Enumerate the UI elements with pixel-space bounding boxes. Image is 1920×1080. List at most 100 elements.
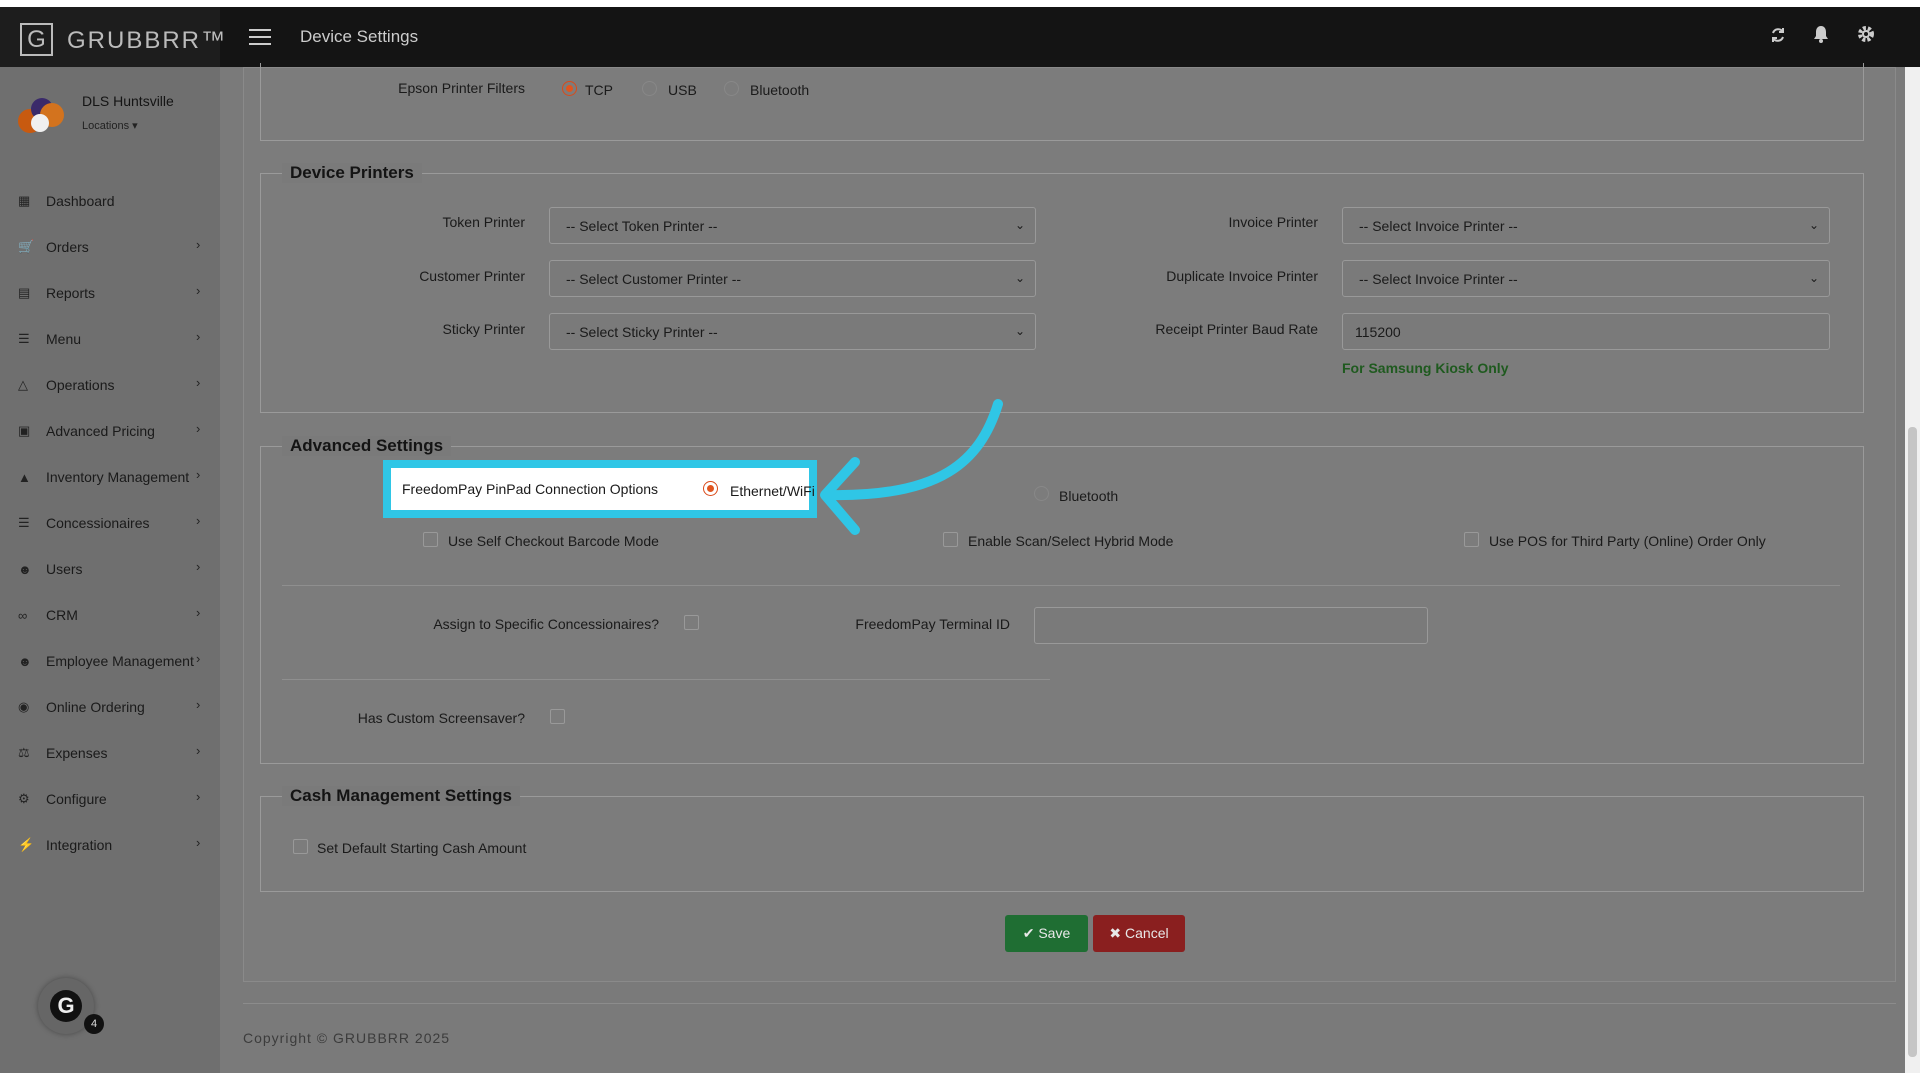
list-icon: ☰ <box>18 515 30 530</box>
sidebar-item-menu[interactable]: ☰ Menu › <box>0 316 220 362</box>
epson-radio-bluetooth[interactable] <box>724 81 739 96</box>
pinpad-option-bluetooth: Bluetooth <box>1059 488 1119 504</box>
avatar[interactable] <box>16 95 66 137</box>
chevron-right-icon: › <box>196 237 201 252</box>
app-root: G GRUBBRR™ Device Settings DLS Huntsvill… <box>0 0 1920 1080</box>
grammarly-icon: G <box>50 990 82 1022</box>
chevron-right-icon: › <box>196 375 201 390</box>
terminal-id-label: FreedomPay Terminal ID <box>855 616 1010 632</box>
sidebar-item-label: Inventory Management <box>46 469 190 485</box>
scrollbar[interactable] <box>1905 67 1920 1073</box>
pinpad-option-ethernet: Ethernet/WiFi <box>730 483 815 499</box>
custom-screensaver-label: Has Custom Screensaver? <box>357 710 525 726</box>
sidebar-item-crm[interactable]: ∞ CRM › <box>0 592 220 638</box>
link-icon: ∞ <box>18 607 28 623</box>
pinpad-radio-bluetooth[interactable] <box>1034 486 1049 501</box>
pinpad-radio-ethernet[interactable] <box>703 481 718 496</box>
chevron-down-icon: ⌄ <box>1014 271 1025 285</box>
sidebar-item-label: Dashboard <box>46 193 115 209</box>
epson-radio-usb[interactable] <box>642 81 657 96</box>
duplicate-invoice-printer-select[interactable]: -- Select Invoice Printer -- ⌄ <box>1342 260 1830 297</box>
logo-text: GRUBBRR™ <box>67 27 228 54</box>
advanced-settings-legend: Advanced Settings <box>282 436 452 456</box>
hamburger-menu-icon[interactable] <box>249 29 271 45</box>
divider <box>282 679 1050 680</box>
locations-dropdown[interactable]: Locations ▾ <box>82 119 138 132</box>
sidebar-item-label: Orders <box>46 239 89 255</box>
refresh-icon[interactable] <box>1766 25 1790 49</box>
token-printer-value: -- Select Token Printer -- <box>566 218 718 234</box>
epson-filters-label: Epson Printer Filters <box>398 80 525 96</box>
default-cash-checkbox[interactable] <box>293 839 308 854</box>
device-printers-legend: Device Printers <box>282 163 422 183</box>
chevron-right-icon: › <box>196 835 201 850</box>
sidebar-item-label: Reports <box>46 285 96 301</box>
baud-rate-input[interactable]: 115200 <box>1342 313 1830 350</box>
money-icon: ▣ <box>18 423 31 438</box>
cancel-label: Cancel <box>1125 925 1169 941</box>
assign-concessionaires-label: Assign to Specific Concessionaires? <box>433 616 659 632</box>
page-title: Device Settings <box>300 27 419 46</box>
invoice-printer-label: Invoice Printer <box>1228 214 1318 230</box>
scrollbar-thumb[interactable] <box>1908 427 1917 1057</box>
save-label: Save <box>1038 925 1071 941</box>
chevron-right-icon: › <box>196 651 201 666</box>
sidebar-item-advanced-pricing[interactable]: ▣ Advanced Pricing › <box>0 408 220 454</box>
cart-icon: 🛒 <box>18 239 35 254</box>
globe-icon: ◉ <box>18 699 30 714</box>
divider <box>282 585 1840 586</box>
invoice-printer-select[interactable]: -- Select Invoice Printer -- ⌄ <box>1342 207 1830 244</box>
customer-printer-select[interactable]: -- Select Customer Printer -- ⌄ <box>549 260 1036 297</box>
token-printer-select[interactable]: -- Select Token Printer -- ⌄ <box>549 207 1036 244</box>
grammarly-widget[interactable]: G 4 <box>38 978 104 1034</box>
invoice-printer-value: -- Select Invoice Printer -- <box>1359 218 1518 234</box>
sidebar-item-employee-management[interactable]: ☻ Employee Management › <box>0 638 220 684</box>
sidebar-item-integration[interactable]: ⚡ Integration › <box>0 822 220 868</box>
sticky-printer-value: -- Select Sticky Printer -- <box>566 324 718 340</box>
sidebar-item-configure[interactable]: ⚙ Configure › <box>0 776 220 822</box>
self-checkout-checkbox[interactable] <box>423 532 438 547</box>
sidebar-item-expenses[interactable]: ⚖ Expenses › <box>0 730 220 776</box>
sidebar-item-inventory-management[interactable]: ▲ Inventory Management › <box>0 454 220 500</box>
brand-logo[interactable]: G GRUBBRR™ <box>0 7 225 67</box>
chevron-right-icon: › <box>196 513 201 528</box>
sidebar-item-label: Users <box>46 561 83 577</box>
copyright: Copyright © GRUBBRR 2025 <box>243 1030 451 1046</box>
sticky-printer-select[interactable]: -- Select Sticky Printer -- ⌄ <box>549 313 1036 350</box>
chevron-down-icon: ⌄ <box>1808 271 1819 285</box>
gear-icon[interactable] <box>1854 25 1878 49</box>
balance-icon: ⚖ <box>18 745 30 760</box>
bell-icon[interactable] <box>1809 25 1833 49</box>
custom-screensaver-checkbox[interactable] <box>550 709 565 724</box>
sidebar-item-reports[interactable]: ▤ Reports › <box>0 270 220 316</box>
logo-mark: G <box>20 23 53 56</box>
sidebar-item-dashboard[interactable]: ▦ Dashboard <box>0 178 220 224</box>
sidebar-item-concessionaires[interactable]: ☰ Concessionaires › <box>0 500 220 546</box>
check-icon: ✔ <box>1022 925 1035 941</box>
chevron-down-icon: ⌄ <box>1808 218 1819 232</box>
sticky-printer-label: Sticky Printer <box>442 321 525 337</box>
sidebar-item-label: Integration <box>46 837 113 853</box>
report-icon: ▤ <box>18 285 31 300</box>
third-party-checkbox[interactable] <box>1464 532 1479 547</box>
chevron-right-icon: › <box>196 421 201 436</box>
epson-radio-tcp[interactable] <box>562 81 577 96</box>
chevron-right-icon: › <box>196 697 201 712</box>
grammarly-count-badge: 4 <box>84 1014 104 1034</box>
sidebar-item-operations[interactable]: △ Operations › <box>0 362 220 408</box>
terminal-id-input[interactable] <box>1034 607 1428 644</box>
sidebar-item-users[interactable]: ☻ Users › <box>0 546 220 592</box>
save-button[interactable]: ✔ Save <box>1005 915 1088 952</box>
default-cash-label: Set Default Starting Cash Amount <box>317 840 527 856</box>
sidebar-item-label: Menu <box>46 331 82 347</box>
sidebar-item-orders[interactable]: 🛒 Orders › <box>0 224 220 270</box>
cancel-button[interactable]: ✖ Cancel <box>1093 915 1185 952</box>
assign-concessionaires-checkbox[interactable] <box>684 615 699 630</box>
close-icon: ✖ <box>1109 925 1122 941</box>
epson-option-tcp: TCP <box>585 82 613 98</box>
freedompay-connection-label: FreedomPay PinPad Connection Options <box>402 481 659 497</box>
chevron-right-icon: › <box>196 467 201 482</box>
sidebar-item-online-ordering[interactable]: ◉ Online Ordering › <box>0 684 220 730</box>
chevron-down-icon: ⌄ <box>1014 218 1025 232</box>
screen-frame: G GRUBBRR™ Device Settings DLS Huntsvill… <box>0 7 1920 1073</box>
